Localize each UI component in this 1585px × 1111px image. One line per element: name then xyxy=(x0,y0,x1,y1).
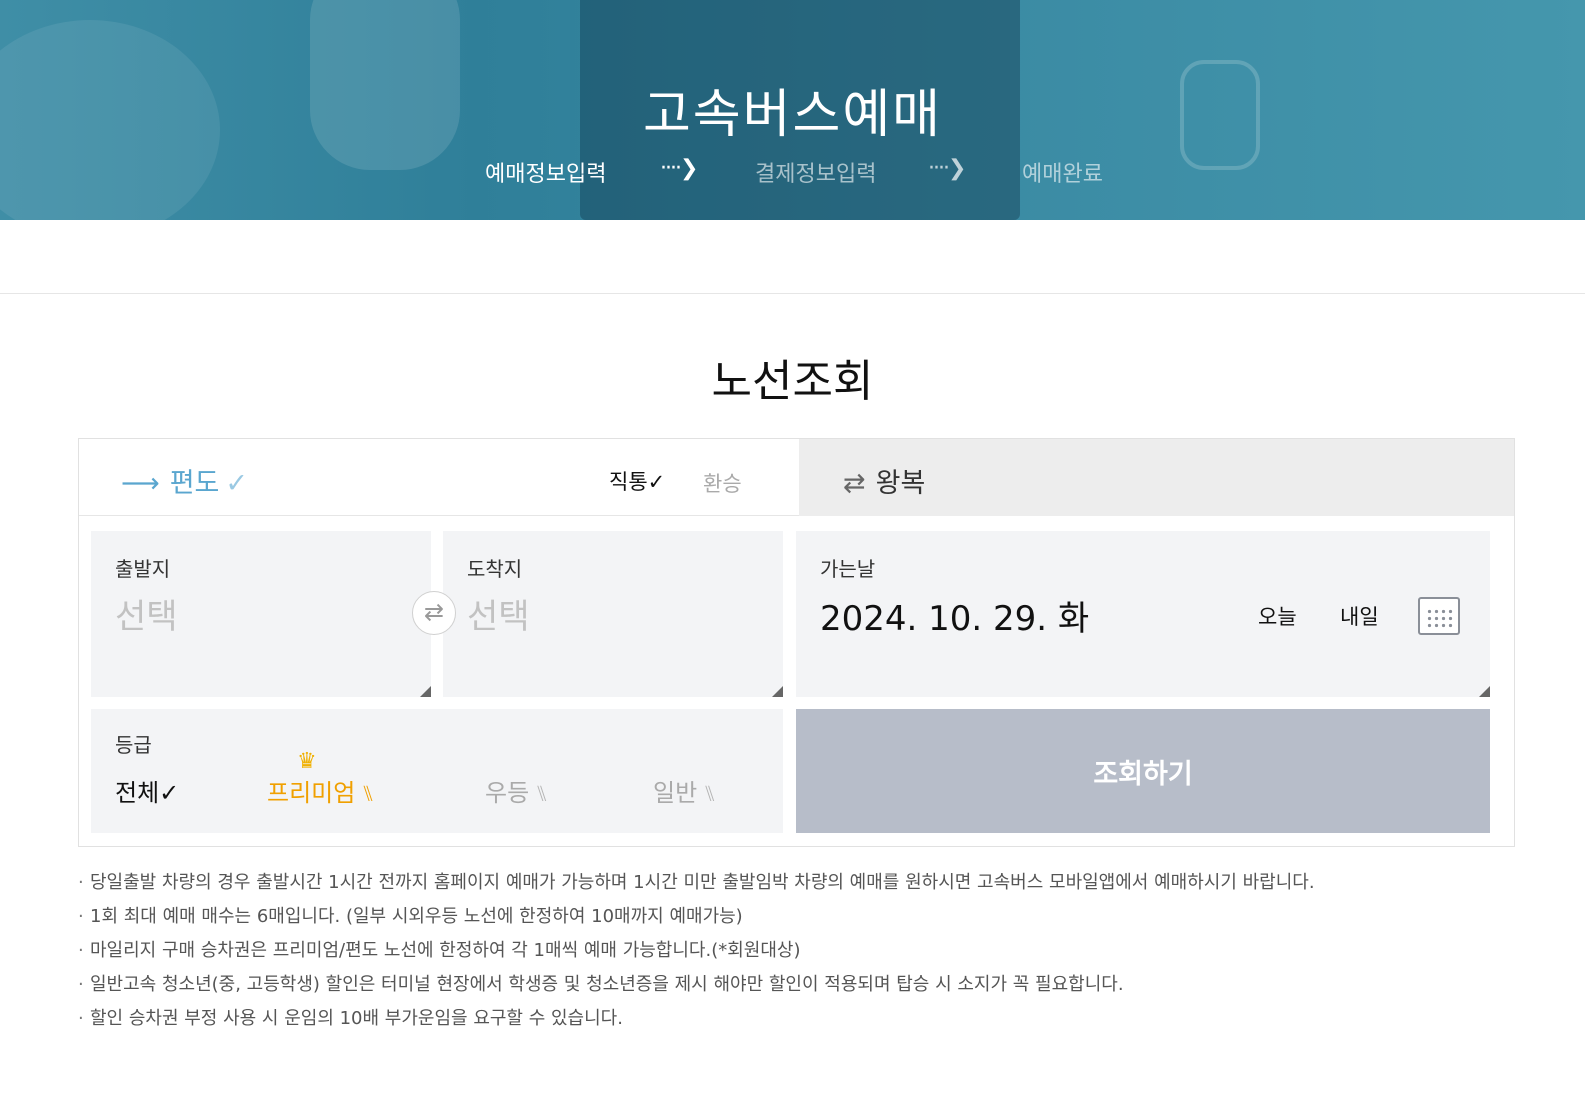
arrival-value: 선택 xyxy=(467,597,530,637)
section-title: 노선조회 xyxy=(711,356,874,407)
date-field[interactable]: 가는날 2024. 10. 29. 화 오늘 내일 xyxy=(796,531,1490,697)
route-search-form: ⟶ 편도 ✓ 직통✓ 환승 ⇄ 왕복 출발지 선택 도착지 선택 ⇄ 가는날 2024… xyxy=(78,438,1515,847)
corner-marker-icon xyxy=(772,686,783,697)
seat-icon: ⑊ xyxy=(535,782,549,807)
grade-premium-text: 프리미엄 xyxy=(267,779,356,807)
calendar-icon[interactable] xyxy=(1418,597,1460,635)
progress-steps: 예매정보입력 ····❯ 결제정보입력 ····❯ 예매완료 xyxy=(0,156,1585,187)
arrival-label: 도착지 xyxy=(467,557,523,581)
departure-field[interactable]: 출발지 선택 xyxy=(91,531,431,697)
step-complete: 예매완료 xyxy=(1022,162,1103,187)
notice-list: 당일출발 차량의 경우 출발시간 1시간 전까지 홈페이지 예매가 가능하며 1… xyxy=(78,870,1508,1040)
corner-marker-icon xyxy=(420,686,431,697)
swap-locations-button[interactable]: ⇄ xyxy=(412,591,456,635)
grade-premium-option[interactable]: 프리미엄 ⑊ xyxy=(267,773,375,808)
seat-icon: ⑊ xyxy=(703,782,717,807)
tomorrow-button[interactable]: 내일 xyxy=(1340,601,1379,631)
route-transfer-option[interactable]: 환승 xyxy=(703,468,742,498)
notice-item: 1회 최대 예매 매수는 6매입니다. (일부 시외우등 노선에 한정하여 10… xyxy=(78,904,1508,938)
departure-value: 선택 xyxy=(115,597,178,637)
seat-icon: ⑊ xyxy=(361,782,375,807)
grade-label: 등급 xyxy=(115,733,152,757)
notice-item: 할인 승차권 부정 사용 시 운임의 10배 부가운임을 요구할 수 있습니다. xyxy=(78,1006,1508,1040)
roundtrip-label: ⇄ 왕복 xyxy=(843,461,925,500)
arrival-field[interactable]: 도착지 선택 xyxy=(443,531,783,697)
check-icon: ✓ xyxy=(225,468,249,499)
grade-normal-text: 일반 xyxy=(653,779,698,807)
tab-oneway[interactable]: ⟶ 편도 ✓ 직통✓ 환승 xyxy=(79,439,799,516)
step-booking-info: 예매정보입력 xyxy=(485,162,607,187)
departure-label: 출발지 xyxy=(115,557,171,581)
notice-item: 일반고속 청소년(중, 고등학생) 할인은 터미널 현장에서 학생증 및 청소년… xyxy=(78,972,1508,1006)
grade-normal-option[interactable]: 일반 ⑊ xyxy=(653,773,716,808)
tab-roundtrip[interactable]: ⇄ 왕복 xyxy=(799,439,1514,516)
page-title: 고속버스예매 xyxy=(642,85,943,145)
step-payment-info: 결제정보입력 xyxy=(755,162,877,187)
notice-item: 당일출발 차량의 경우 출발시간 1시간 전까지 홈페이지 예매가 가능하며 1… xyxy=(78,870,1508,904)
oneway-text: 편도 xyxy=(169,468,220,499)
crown-icon: ♛ xyxy=(297,749,317,774)
section-divider xyxy=(0,293,1585,294)
step-arrow-icon: ····❯ xyxy=(928,156,966,181)
roundtrip-text: 왕복 xyxy=(875,468,926,499)
date-value: 2024. 10. 29. 화 xyxy=(820,599,1090,639)
search-button[interactable]: 조회하기 xyxy=(796,709,1490,833)
corner-marker-icon xyxy=(1479,686,1490,697)
route-direct-option[interactable]: 직통✓ xyxy=(609,466,665,496)
hero-banner: 고속버스예매 예매정보입력 ····❯ 결제정보입력 ····❯ 예매완료 xyxy=(0,0,1585,220)
grade-excellent-text: 우등 xyxy=(485,779,530,807)
arrow-right-icon: ⟶ xyxy=(121,468,160,499)
oneway-label: ⟶ 편도 ✓ xyxy=(121,461,248,500)
calendar-grid xyxy=(1426,608,1454,628)
step-arrow-icon: ····❯ xyxy=(660,156,698,181)
swap-arrows-icon: ⇄ xyxy=(843,468,866,499)
grade-all-option[interactable]: 전체✓ xyxy=(115,773,179,808)
grade-field: 등급 전체✓ ♛ 프리미엄 ⑊ 우등 ⑊ 일반 ⑊ xyxy=(91,709,783,833)
date-label: 가는날 xyxy=(820,557,876,581)
notice-item: 마일리지 구매 승차권은 프리미엄/편도 노선에 한정하여 각 1매씩 예매 가… xyxy=(78,938,1508,972)
today-button[interactable]: 오늘 xyxy=(1258,601,1297,631)
grade-excellent-option[interactable]: 우등 ⑊ xyxy=(485,773,548,808)
